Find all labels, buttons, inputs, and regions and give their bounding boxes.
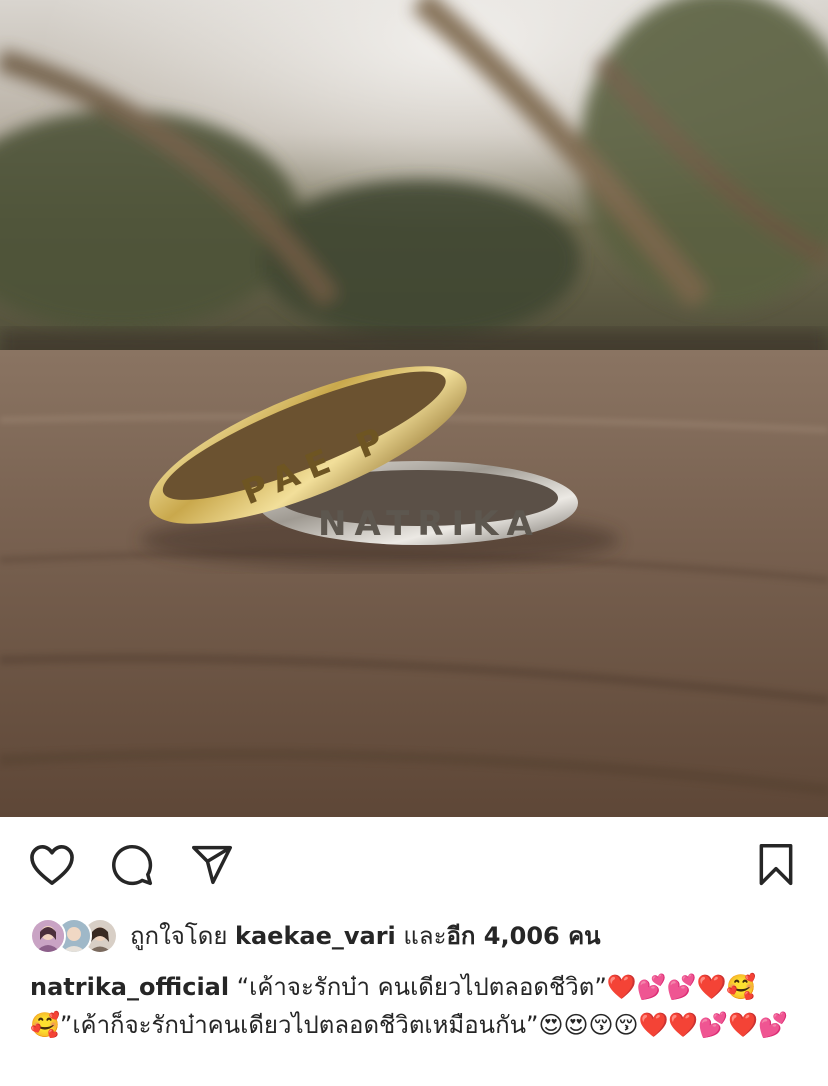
comment-button[interactable] <box>108 841 156 889</box>
ring-engraving-natrika: NATRIKA <box>318 504 541 544</box>
post-photo-image: NATRIKA PAE P <box>0 0 828 817</box>
post-caption: natrika_official “เค้าจะรักบ๋า คนเดียวไป… <box>30 968 814 1044</box>
likes-text: ถูกใจโดย kaekae_vari และอีก 4,006 คน <box>130 918 601 954</box>
avatar-image <box>32 920 64 952</box>
liker-username[interactable]: kaekae_vari <box>235 922 396 950</box>
heart-outline-icon <box>30 845 74 885</box>
likes-middle: และ <box>395 922 447 950</box>
liker-avatars[interactable] <box>30 918 122 954</box>
share-button[interactable] <box>188 841 236 889</box>
save-button[interactable] <box>752 841 800 889</box>
speech-bubble-icon <box>112 844 153 886</box>
avatar[interactable] <box>30 918 66 954</box>
like-button[interactable] <box>28 841 76 889</box>
bookmark-icon <box>759 844 793 886</box>
likes-summary[interactable]: ถูกใจโดย kaekae_vari และอีก 4,006 คน <box>30 914 601 958</box>
likes-prefix: ถูกใจโดย <box>130 922 236 950</box>
post-photo[interactable]: NATRIKA PAE P <box>0 0 828 817</box>
paper-plane-icon <box>192 845 232 885</box>
likes-count[interactable]: อีก 4,006 คน <box>447 922 601 950</box>
caption-username[interactable]: natrika_official <box>30 973 229 1001</box>
post-actions-bar <box>0 817 828 913</box>
